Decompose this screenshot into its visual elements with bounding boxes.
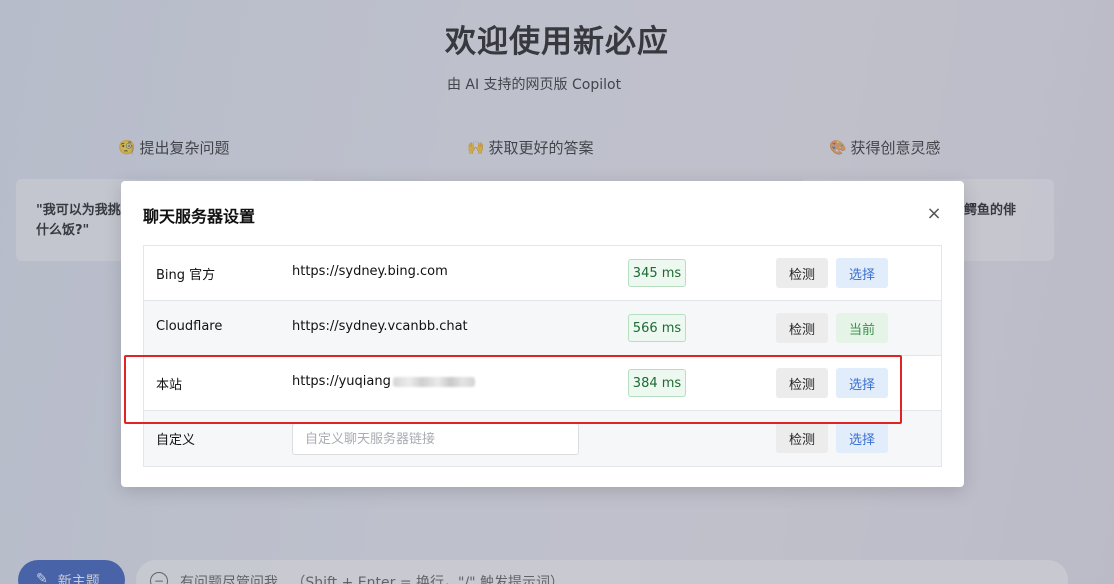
close-icon[interactable]: ×: [924, 203, 944, 224]
server-name: Bing 官方: [156, 268, 216, 283]
annotation-highlight-box: [124, 355, 902, 424]
latency-badge: 345 ms: [628, 259, 686, 287]
server-name: Cloudflare: [156, 319, 223, 334]
select-button[interactable]: 选择: [836, 423, 888, 453]
chat-server-settings-dialog: 聊天服务器设置 × Bing 官方 https://sydney.bing.co…: [121, 181, 964, 487]
server-url: https://sydney.vcanbb.chat: [292, 319, 468, 334]
server-row-bing: Bing 官方 https://sydney.bing.com 345 ms 检…: [144, 246, 941, 301]
check-button[interactable]: 检测: [776, 313, 828, 343]
current-button[interactable]: 当前: [836, 313, 888, 343]
dialog-title: 聊天服务器设置: [143, 207, 256, 226]
server-row-cloudflare: Cloudflare https://sydney.vcanbb.chat 56…: [144, 301, 941, 356]
server-url: https://sydney.bing.com: [292, 264, 448, 279]
latency-badge: 566 ms: [628, 314, 686, 342]
check-button[interactable]: 检测: [776, 423, 828, 453]
server-name: 自定义: [156, 433, 196, 448]
check-button[interactable]: 检测: [776, 258, 828, 288]
select-button[interactable]: 选择: [836, 258, 888, 288]
custom-server-url-input[interactable]: [292, 423, 579, 455]
